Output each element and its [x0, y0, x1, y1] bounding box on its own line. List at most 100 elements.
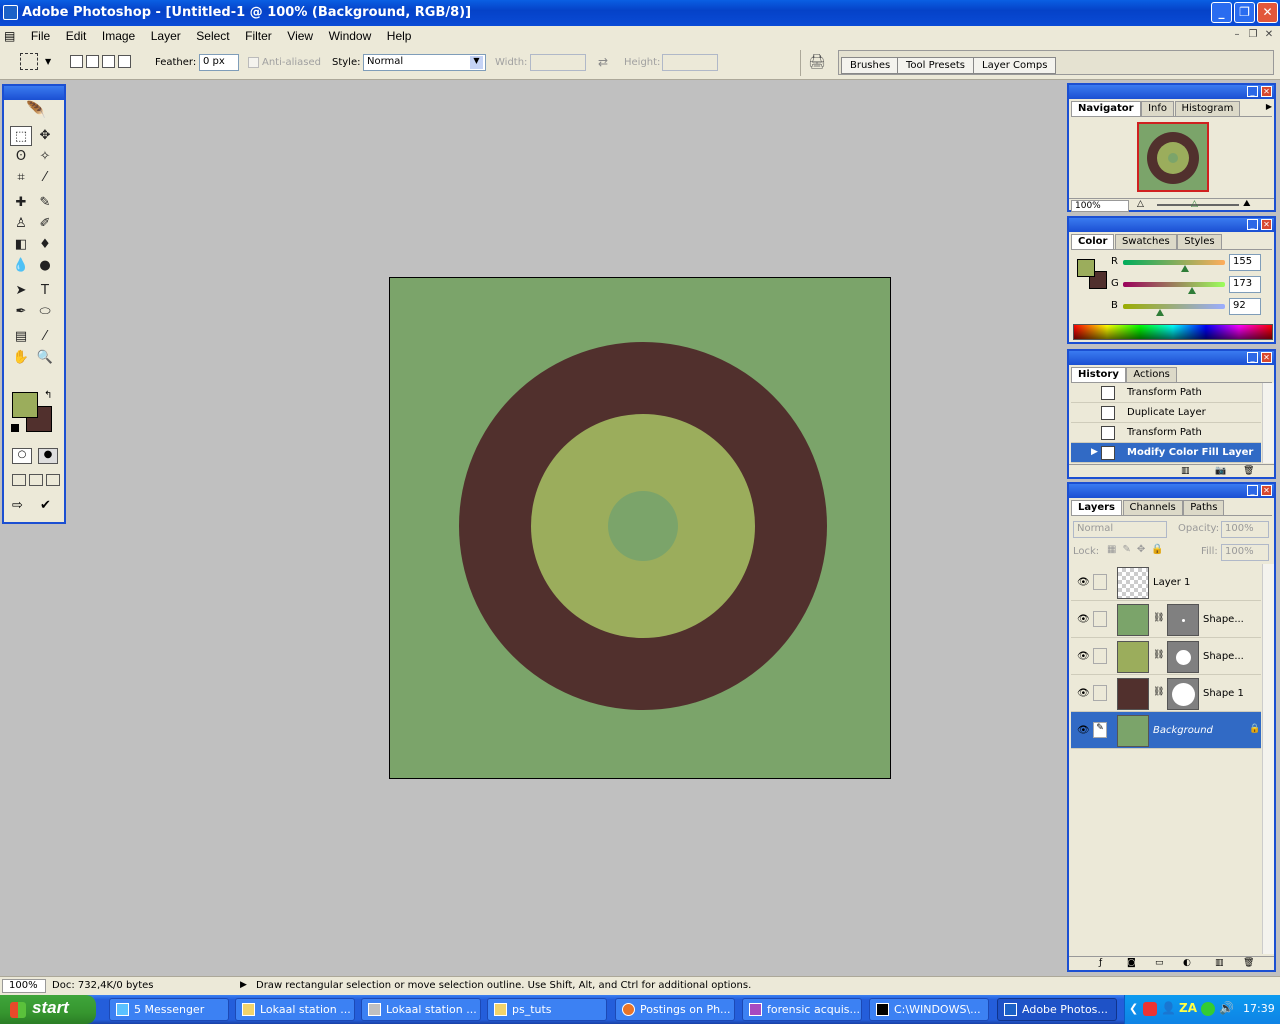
zoom-in-icon[interactable]: ⛰ [1243, 199, 1251, 209]
new-selection-icon[interactable] [70, 55, 83, 68]
zonealarm-icon[interactable]: ZA [1179, 1001, 1197, 1015]
feather-input[interactable]: 0 px [199, 54, 239, 71]
magic-wand-tool-icon[interactable]: ✧ [34, 147, 56, 167]
layer-row[interactable]: 👁 ⛓ Shape... [1071, 601, 1261, 638]
notes-tool-icon[interactable]: ▤ [10, 327, 32, 347]
menu-window[interactable]: Window [323, 26, 378, 46]
foreground-color-swatch[interactable] [12, 392, 38, 418]
eye-icon[interactable]: 👁 [1077, 651, 1090, 662]
toolbox-header[interactable] [4, 86, 64, 100]
new-document-icon[interactable]: ▥ [1181, 466, 1190, 476]
brush-link-icon[interactable]: ✎ [1093, 722, 1107, 738]
screen-mode-full-icon[interactable] [46, 474, 60, 486]
color-header[interactable] [1069, 218, 1274, 232]
snapshot-icon[interactable]: 📷 [1215, 466, 1226, 476]
ellipse-tool-icon[interactable]: ⬭ [34, 302, 56, 322]
standard-mode-icon[interactable]: ○ [12, 448, 32, 464]
eyedropper-tool-icon[interactable]: ⁄ [34, 327, 56, 347]
chevron-down-icon[interactable]: ▼ [470, 56, 483, 69]
history-brush-icon[interactable]: ✐ [34, 214, 56, 234]
layer-style-icon[interactable]: ƒ [1099, 958, 1102, 968]
clone-stamp-icon[interactable]: ♙ [10, 214, 32, 234]
zoom-out-icon[interactable]: △ [1137, 199, 1144, 209]
imageready-icon[interactable]: ✔ [40, 498, 51, 513]
eye-icon[interactable]: 👁 [1077, 725, 1090, 736]
panel-minimize-button[interactable]: _ [1247, 219, 1258, 230]
well-tab-layer-comps[interactable]: Layer Comps [973, 57, 1057, 74]
b-input[interactable]: 92 [1229, 298, 1261, 315]
status-zoom-input[interactable]: 100% [2, 979, 46, 993]
brush-tool-icon[interactable]: ✎ [34, 193, 56, 213]
screen-mode-full-menu-icon[interactable] [29, 474, 43, 486]
panel-menu-icon[interactable]: ▶ [1266, 102, 1272, 111]
menu-help[interactable]: Help [381, 26, 418, 46]
eraser-tool-icon[interactable]: ◧ [10, 235, 32, 255]
layers-header[interactable] [1069, 484, 1274, 498]
b-slider-thumb[interactable] [1155, 309, 1164, 316]
taskbar-button-active[interactable]: Adobe Photos... [997, 998, 1117, 1021]
history-scrollbar[interactable] [1262, 383, 1274, 463]
menu-select[interactable]: Select [190, 26, 235, 46]
chain-icon[interactable]: ⛓ [1153, 613, 1164, 623]
taskbar-button[interactable]: forensic acquis... [742, 998, 862, 1021]
blend-mode-select[interactable]: Normal [1073, 521, 1167, 538]
taskbar-button[interactable]: ps_tuts [487, 998, 607, 1021]
tab-paths[interactable]: Paths [1183, 500, 1225, 515]
quickmask-mode-icon[interactable]: ● [38, 448, 58, 464]
layer-row[interactable]: 👁 Layer 1 [1071, 564, 1261, 601]
chevron-down-icon[interactable]: ▼ [45, 57, 51, 66]
tray-user-icon[interactable]: 👤 [1161, 1001, 1176, 1015]
document-canvas[interactable] [389, 277, 891, 779]
taskbar-button[interactable]: 5 Messenger [109, 998, 229, 1021]
subtract-selection-icon[interactable] [102, 55, 115, 68]
doc-restore-button[interactable]: ❐ [1246, 29, 1260, 42]
link-box[interactable] [1093, 685, 1107, 701]
panel-close-button[interactable]: ✕ [1261, 219, 1272, 230]
history-item[interactable]: Duplicate Layer [1071, 403, 1261, 423]
doc-minimize-button[interactable]: – [1230, 29, 1244, 42]
history-header[interactable] [1069, 351, 1274, 365]
r-slider-thumb[interactable] [1181, 265, 1190, 272]
slice-tool-icon[interactable]: ⁄ [34, 168, 56, 188]
taskbar-button[interactable]: Postings on Ph... [615, 998, 735, 1021]
default-colors-icon[interactable] [11, 424, 19, 432]
well-tab-tool-presets[interactable]: Tool Presets [897, 57, 974, 74]
panel-minimize-button[interactable]: _ [1247, 86, 1258, 97]
tab-actions[interactable]: Actions [1126, 367, 1177, 382]
fill-input[interactable]: 100% [1221, 544, 1269, 561]
taskbar-button[interactable]: C:\WINDOWS\... [869, 998, 989, 1021]
blur-tool-icon[interactable]: 💧 [10, 256, 32, 276]
trash-icon[interactable]: 🗑 [1243, 958, 1254, 968]
antialiased-checkbox[interactable] [248, 57, 259, 68]
g-slider-thumb[interactable] [1188, 287, 1197, 294]
tab-navigator[interactable]: Navigator [1071, 101, 1141, 116]
taskbar-button[interactable]: Lokaal station ... [361, 998, 481, 1021]
menu-view[interactable]: View [281, 26, 319, 46]
eye-icon[interactable]: 👁 [1077, 577, 1090, 588]
type-tool-icon[interactable]: T [34, 281, 56, 301]
pen-tool-icon[interactable]: ✒ [10, 302, 32, 322]
close-button[interactable]: ✕ [1257, 2, 1278, 23]
marquee-tool-icon[interactable]: ⬚ [10, 126, 32, 146]
b-slider[interactable] [1123, 304, 1225, 309]
color-spectrum-bar[interactable] [1073, 324, 1273, 340]
tray-speaker-icon[interactable]: 🔊 [1219, 1001, 1234, 1015]
new-layer-icon[interactable]: ▥ [1215, 958, 1224, 968]
feather-logo-icon[interactable]: 🪶 [16, 100, 56, 122]
link-box[interactable] [1093, 611, 1107, 627]
tab-styles[interactable]: Styles [1177, 234, 1222, 249]
minimize-button[interactable]: _ [1211, 2, 1232, 23]
layers-scrollbar[interactable] [1262, 564, 1274, 954]
adjustment-layer-icon[interactable]: ◐ [1183, 958, 1191, 968]
eye-icon[interactable]: 👁 [1077, 614, 1090, 625]
layer-row[interactable]: 👁 ⛓ Shape 1 [1071, 675, 1261, 712]
r-slider[interactable] [1123, 260, 1225, 265]
menu-image[interactable]: Image [96, 26, 141, 46]
tab-history[interactable]: History [1071, 367, 1126, 382]
navigator-header[interactable] [1069, 85, 1274, 99]
document-icon[interactable]: ▤ [0, 26, 21, 46]
g-slider[interactable] [1123, 282, 1225, 287]
height-input[interactable] [662, 54, 718, 71]
panel-minimize-button[interactable]: _ [1247, 485, 1258, 496]
tab-swatches[interactable]: Swatches [1114, 234, 1177, 249]
